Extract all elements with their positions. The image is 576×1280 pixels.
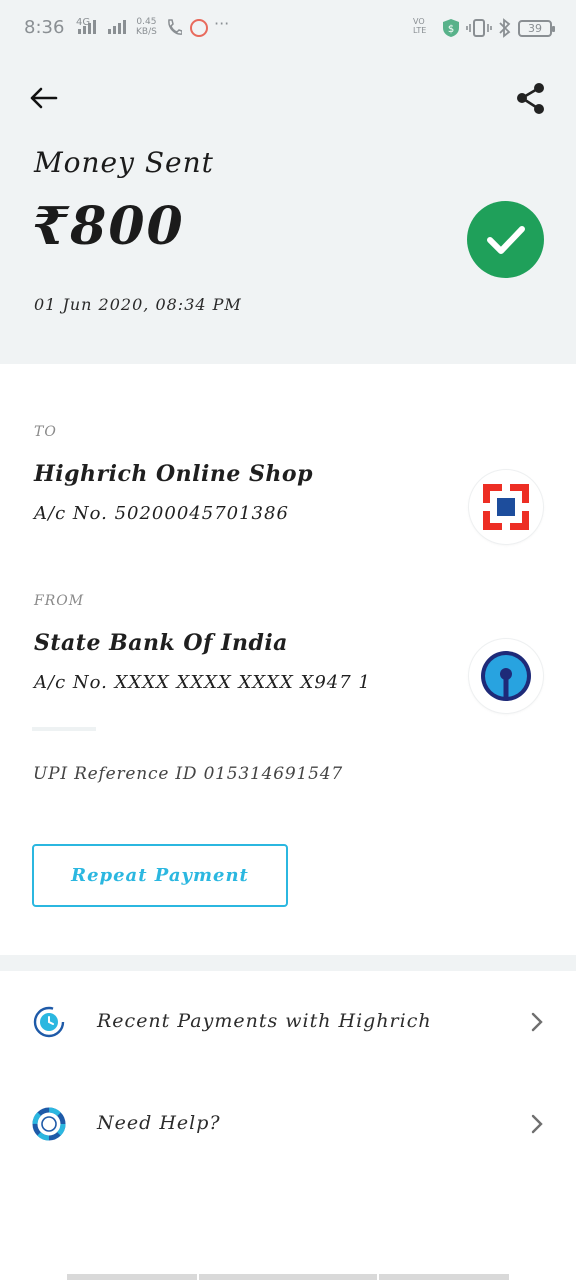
signal-icon — [78, 20, 96, 34]
phone-call-icon — [166, 18, 183, 40]
notification-app-icon — [190, 19, 208, 37]
success-badge — [467, 201, 544, 278]
lifebuoy-icon — [32, 1107, 66, 1141]
share-button[interactable] — [510, 80, 550, 118]
vibrate-icon — [466, 18, 492, 42]
recipient-account: A/c No. 50200045701386 — [34, 503, 289, 524]
recipient-name: Highrich Online Shop — [34, 461, 313, 487]
amount: ₹800 — [32, 196, 185, 257]
signal-icon-2 — [108, 20, 126, 34]
from-label: FROM — [34, 593, 85, 609]
back-button[interactable] — [26, 80, 66, 116]
shield-icon: $ — [442, 18, 460, 42]
more-notifications-icon: ··· — [214, 14, 230, 33]
nav-bar-segment — [379, 1274, 509, 1280]
share-icon — [517, 83, 544, 114]
page-title: Money Sent — [34, 146, 214, 179]
clock-refresh-icon — [33, 1006, 65, 1038]
chevron-right-icon — [531, 1114, 543, 1134]
to-label: TO — [34, 424, 57, 440]
network-speed: 0.45 KB/S — [136, 17, 157, 37]
volte-indicator: VO LTE — [413, 17, 427, 35]
svg-text:$: $ — [448, 24, 454, 35]
back-arrow-icon — [30, 87, 58, 109]
repeat-payment-button[interactable]: Repeat Payment — [32, 844, 288, 907]
recent-payments-row[interactable]: Recent Payments with Highrich — [0, 982, 576, 1062]
status-time: 8:36 — [24, 17, 65, 38]
nav-bar-segment — [199, 1274, 377, 1280]
hdfc-bank-logo — [469, 470, 543, 544]
divider — [32, 727, 96, 731]
sbi-bank-logo — [469, 639, 543, 713]
nav-bar-segment — [67, 1274, 197, 1280]
bluetooth-icon — [496, 18, 514, 42]
upi-reference-id: UPI Reference ID 015314691547 — [33, 764, 343, 784]
recent-payments-label: Recent Payments with Highrich — [97, 1010, 432, 1032]
need-help-label: Need Help? — [97, 1112, 221, 1134]
sender-account: A/c No. XXXX XXXX XXXX X947 1 — [34, 672, 371, 693]
transaction-datetime: 01 Jun 2020, 08:34 PM — [34, 295, 242, 314]
chevron-right-icon — [531, 1012, 543, 1032]
need-help-row[interactable]: Need Help? — [0, 1084, 576, 1164]
battery-icon: 39 — [518, 20, 555, 37]
checkmark-icon — [487, 226, 525, 254]
sender-bank-name: State Bank Of India — [34, 630, 288, 656]
section-separator — [0, 955, 576, 971]
